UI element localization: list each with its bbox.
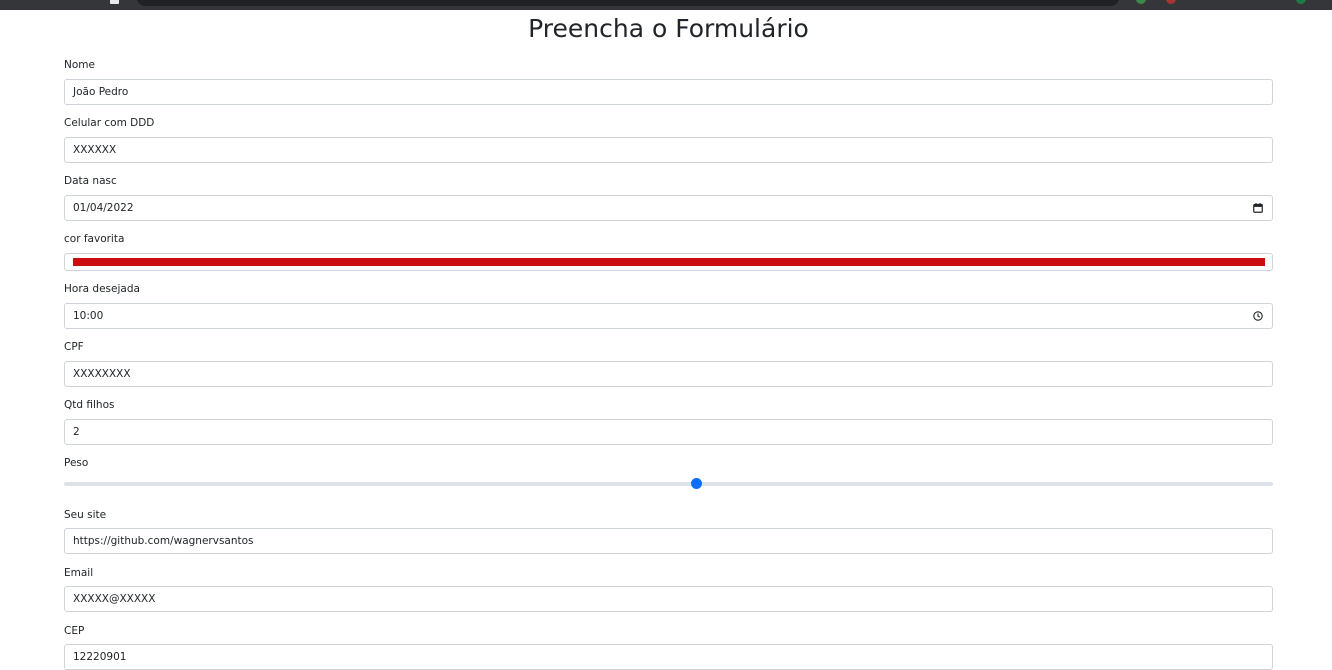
data-nasc-label: Data nasc: [64, 175, 117, 187]
cep-value: 12220901: [73, 651, 127, 663]
cpf-input[interactable]: XXXXXXXX: [64, 361, 1273, 387]
cor-favorita-input[interactable]: [64, 253, 1273, 271]
qtd-filhos-input[interactable]: 2: [64, 419, 1273, 445]
clock-icon[interactable]: [1253, 311, 1263, 321]
address-bar[interactable]: [136, 0, 1120, 6]
site-input[interactable]: https://github.com/wagnervsantos: [64, 528, 1273, 554]
cpf-value: XXXXXXXX: [73, 368, 131, 380]
data-nasc-input[interactable]: 01/04/2022: [64, 195, 1273, 221]
cpf-label: CPF: [64, 341, 84, 353]
celular-label: Celular com DDD: [64, 117, 155, 129]
slider-track[interactable]: [64, 482, 1273, 486]
site-value: https://github.com/wagnervsantos: [73, 535, 254, 547]
browser-toolbar-strip: [0, 0, 1332, 10]
celular-input[interactable]: XXXXXX: [64, 137, 1273, 163]
site-label: Seu site: [64, 509, 107, 521]
nome-input[interactable]: João Pedro: [64, 79, 1273, 105]
qtd-filhos-value: 2: [73, 426, 80, 438]
peso-label: Peso: [64, 457, 89, 469]
peso-slider[interactable]: [64, 476, 1273, 492]
hora-value: 10:00: [73, 310, 104, 322]
profile-avatar-icon[interactable]: [1296, 0, 1306, 4]
hora-label: Hora desejada: [64, 283, 140, 295]
extension-icon[interactable]: [1136, 0, 1146, 4]
tab-icon: [110, 0, 119, 4]
color-swatch: [73, 258, 1265, 266]
nome-value: João Pedro: [73, 86, 129, 98]
cor-favorita-label: cor favorita: [64, 233, 125, 245]
slider-thumb[interactable]: [691, 478, 703, 489]
form-page: Preencha o Formulário Nome João Pedro Ce…: [0, 10, 1332, 670]
cep-input[interactable]: 12220901: [64, 644, 1273, 670]
celular-value: XXXXXX: [73, 144, 117, 156]
hora-input[interactable]: 10:00: [64, 303, 1273, 329]
page-title: Preencha o Formulário: [528, 14, 809, 43]
data-nasc-value: 01/04/2022: [73, 202, 134, 214]
extension-icon[interactable]: [1166, 0, 1176, 4]
nome-label: Nome: [64, 59, 95, 71]
email-input[interactable]: XXXXX@XXXXX: [64, 586, 1273, 612]
email-value: XXXXX@XXXXX: [73, 593, 156, 605]
calendar-icon[interactable]: [1253, 203, 1263, 213]
cep-label: CEP: [64, 625, 85, 637]
email-label: Email: [64, 567, 94, 579]
qtd-filhos-label: Qtd filhos: [64, 399, 115, 411]
